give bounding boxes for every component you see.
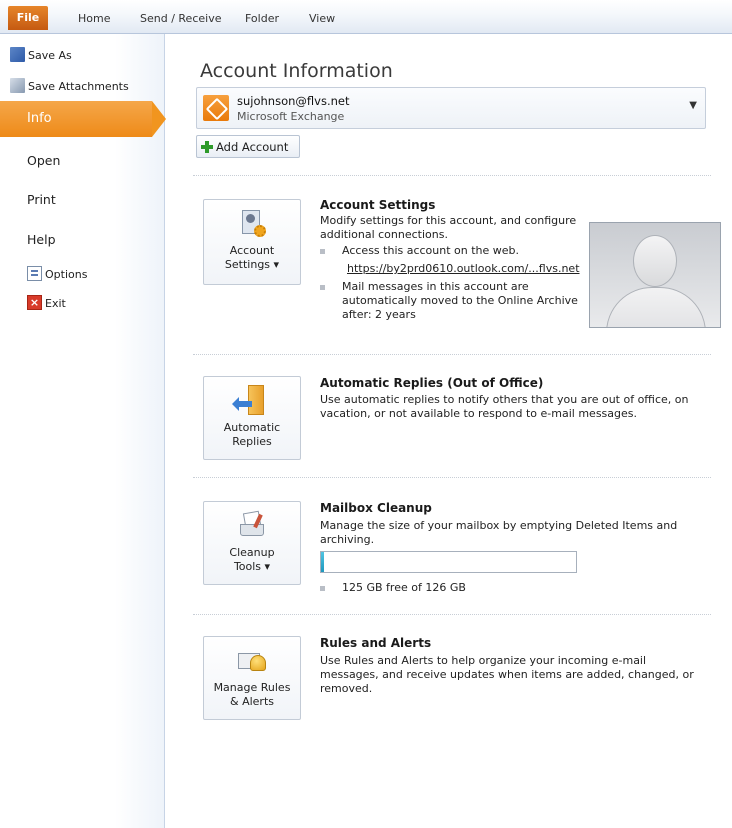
tab-send-receive[interactable]: Send / Receive <box>140 8 221 30</box>
account-settings-icon <box>236 208 268 240</box>
save-as-item[interactable]: Save As <box>10 46 72 64</box>
tab-folder[interactable]: Folder <box>245 8 279 30</box>
account-settings-button[interactable]: Account Settings ▾ <box>203 199 301 285</box>
sidebar-item-help[interactable]: Help <box>27 232 56 247</box>
profile-picture[interactable] <box>589 222 721 328</box>
free-space-bullet: 125 GB free of 126 GB <box>320 581 466 595</box>
page-title: Account Information <box>200 60 393 82</box>
divider <box>193 354 711 355</box>
exit-icon: × <box>27 295 42 310</box>
save-as-label: Save As <box>28 48 72 62</box>
save-attachments-label: Save Attachments <box>28 79 129 93</box>
add-account-button[interactable]: Add Account <box>196 135 300 158</box>
account-settings-desc-2: additional connections. <box>320 228 448 241</box>
archive-text-3: after: 2 years <box>342 308 416 321</box>
account-settings-button-line2: Settings ▾ <box>224 258 280 271</box>
divider <box>193 614 711 615</box>
rules-alerts-desc-2: messages, and receive updates when items… <box>320 668 694 681</box>
automatic-replies-button-line1: Automatic <box>223 421 281 434</box>
free-space-text: 125 GB free of 126 GB <box>342 581 466 594</box>
owa-link[interactable]: https://by2prd0610.outlook.com/...flvs.n… <box>347 262 580 275</box>
sidebar-item-info[interactable]: Info <box>0 101 166 137</box>
mailbox-cleanup-desc-2: archiving. <box>320 533 375 546</box>
automatic-replies-button[interactable]: Automatic Replies <box>203 376 301 460</box>
rules-alerts-desc-1: Use Rules and Alerts to help organize yo… <box>320 654 647 667</box>
account-settings-button-line1: Account <box>229 244 275 257</box>
divider <box>193 477 711 478</box>
automatic-replies-icon <box>232 385 268 417</box>
rules-alerts-desc-3: removed. <box>320 682 373 695</box>
automatic-replies-desc-2: vacation, or not available to respond to… <box>320 407 637 420</box>
options-label: Options <box>45 267 88 281</box>
rules-alerts-section: Manage Rules & Alerts Rules and Alerts U… <box>193 626 711 746</box>
manage-rules-button[interactable]: Manage Rules & Alerts <box>203 636 301 720</box>
cleanup-tools-icon <box>236 510 268 542</box>
add-account-label: Add Account <box>216 139 289 154</box>
ribbon-tabs: File Home Send / Receive Folder View <box>0 0 732 34</box>
account-info-pane: Account Information sujohnson@flvs.net M… <box>166 34 732 828</box>
automatic-replies-title: Automatic Replies (Out of Office) <box>320 376 544 390</box>
archive-text-1: Mail messages in this account are <box>342 280 529 293</box>
archive-bullet: Mail messages in this account are automa… <box>320 280 578 322</box>
archive-text-2: automatically moved to the Online Archiv… <box>342 294 578 307</box>
account-settings-desc-1: Modify settings for this account, and co… <box>320 214 577 227</box>
mailbox-cleanup-section: Cleanup Tools ▾ Mailbox Cleanup Manage t… <box>193 489 711 609</box>
backstage-sidebar: Save As Save Attachments Info Open Print… <box>0 34 166 828</box>
automatic-replies-desc-1: Use automatic replies to notify others t… <box>320 393 689 406</box>
plus-icon <box>201 140 213 153</box>
account-settings-section: Account Settings ▾ Account Settings Modi… <box>193 184 721 354</box>
mailbox-usage-bar <box>320 551 577 573</box>
sidebar-item-open[interactable]: Open <box>27 153 60 168</box>
save-as-icon <box>10 47 25 62</box>
mailbox-usage-fill <box>321 552 324 572</box>
account-selector[interactable]: sujohnson@flvs.net Microsoft Exchange ▼ <box>196 87 706 129</box>
automatic-replies-section: Automatic Replies Automatic Replies (Out… <box>193 364 711 474</box>
account-settings-title: Account Settings <box>320 198 436 212</box>
sidebar-item-print[interactable]: Print <box>27 192 56 207</box>
cleanup-tools-button[interactable]: Cleanup Tools ▾ <box>203 501 301 585</box>
exchange-account-icon <box>203 95 229 121</box>
cleanup-tools-button-line1: Cleanup <box>229 546 275 559</box>
rules-alerts-title: Rules and Alerts <box>320 636 432 650</box>
save-attachments-icon <box>10 78 25 93</box>
web-access-bullet: Access this account on the web. <box>319 244 520 258</box>
divider <box>193 175 711 176</box>
mailbox-cleanup-title: Mailbox Cleanup <box>320 501 432 515</box>
rules-alerts-icon <box>236 645 268 677</box>
account-type: Microsoft Exchange <box>237 110 345 123</box>
tab-file[interactable]: File <box>8 6 48 30</box>
exit-item[interactable]: × Exit <box>27 294 66 312</box>
automatic-replies-button-line2: Replies <box>232 435 272 448</box>
mailbox-cleanup-desc-1: Manage the size of your mailbox by empty… <box>320 519 678 532</box>
tab-home[interactable]: Home <box>78 8 110 30</box>
options-icon <box>27 266 42 281</box>
web-access-text: Access this account on the web. <box>342 244 520 257</box>
save-attachments-item[interactable]: Save Attachments <box>10 77 129 95</box>
chevron-down-icon: ▼ <box>689 100 697 111</box>
options-item[interactable]: Options <box>27 265 88 283</box>
manage-rules-button-line1: Manage Rules <box>213 681 291 694</box>
exit-label: Exit <box>45 296 66 310</box>
account-email: sujohnson@flvs.net <box>237 94 350 108</box>
manage-rules-button-line2: & Alerts <box>230 695 274 708</box>
tab-view[interactable]: View <box>309 8 335 30</box>
cleanup-tools-button-line2: Tools ▾ <box>233 560 271 573</box>
